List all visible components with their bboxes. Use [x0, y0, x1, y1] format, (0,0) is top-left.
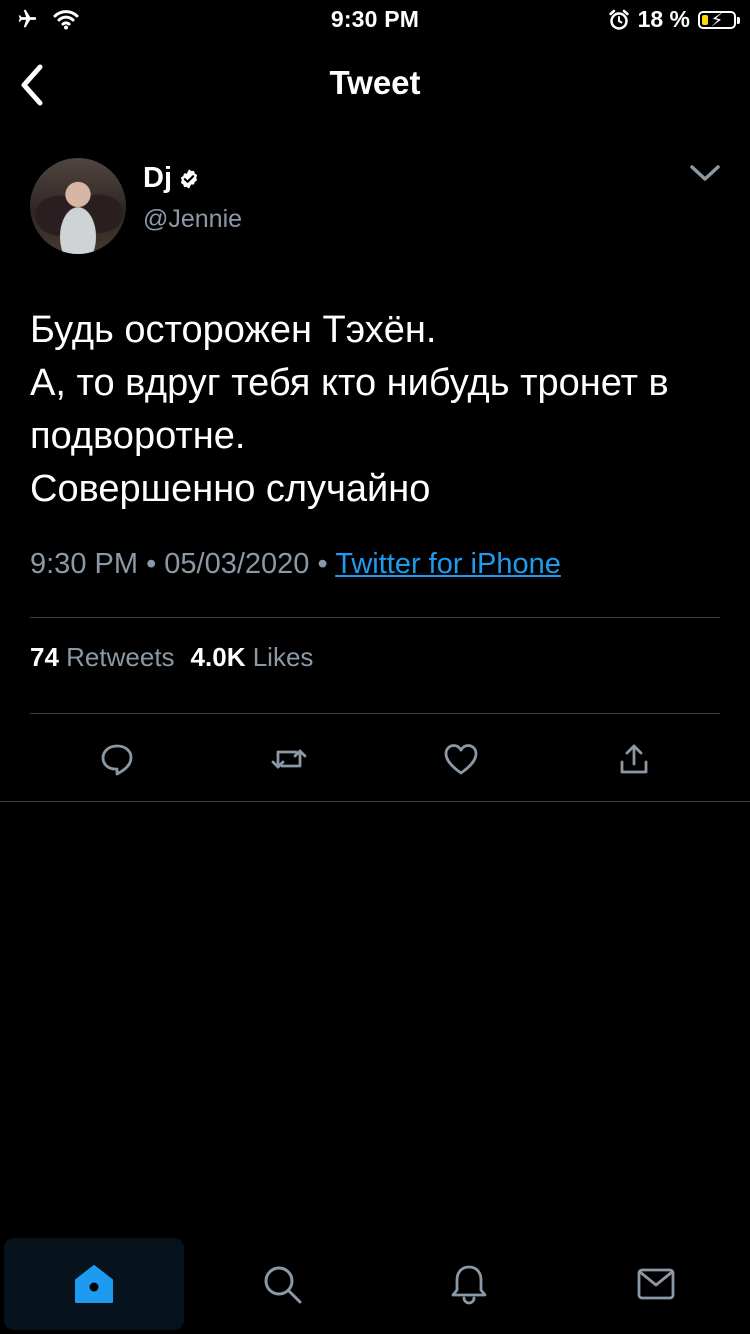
tweet-date: 05/03/2020	[164, 548, 310, 580]
chevron-down-icon[interactable]	[688, 160, 722, 186]
tweet-stats: 74 Retweets 4.0K Likes	[30, 642, 313, 673]
author-handle[interactable]: @Jennie	[143, 205, 242, 234]
share-icon	[620, 744, 648, 774]
meta-separator: •	[317, 548, 328, 580]
like-icon	[444, 744, 478, 775]
bell-icon	[451, 1265, 487, 1305]
tweet-source-link[interactable]: Twitter for iPhone	[335, 548, 561, 580]
meta-separator: •	[146, 548, 157, 580]
reply-button[interactable]	[95, 737, 139, 781]
retweet-button[interactable]	[267, 737, 311, 781]
verified-badge-icon	[180, 168, 198, 189]
battery-percent: 18 %	[637, 6, 690, 32]
tweet-text: Будь осторожен Тэхён. А, то вдруг тебя к…	[30, 309, 669, 510]
divider	[30, 617, 720, 618]
tab-messages[interactable]	[566, 1238, 746, 1330]
tab-search[interactable]	[192, 1238, 372, 1330]
reply-icon	[101, 744, 133, 776]
author-display-name[interactable]: Dj	[143, 162, 172, 195]
author-name-row[interactable]: Dj	[143, 162, 200, 195]
status-right-icons: 18 % ⚡	[608, 6, 740, 33]
retweets-count: 74	[30, 642, 59, 672]
home-icon	[75, 1265, 113, 1303]
tab-notifications[interactable]	[379, 1238, 559, 1330]
search-icon	[264, 1266, 302, 1304]
tweet-meta: 9:30 PM • 05/03/2020 • Twitter for iPhon…	[30, 548, 561, 581]
likes-label: Likes	[252, 642, 314, 672]
likes-count: 4.0K	[190, 642, 246, 672]
mail-icon	[637, 1268, 675, 1300]
divider	[0, 801, 750, 802]
retweet-icon	[271, 749, 307, 769]
like-button[interactable]	[439, 737, 483, 781]
likes-stat[interactable]: 4.0K Likes	[191, 642, 314, 673]
page-title: Tweet	[329, 64, 421, 101]
battery-icon: ⚡	[698, 10, 740, 30]
retweets-stat[interactable]: 74 Retweets	[30, 642, 175, 673]
status-bar: 9:30 PM 18 % ⚡	[0, 0, 750, 40]
share-button[interactable]	[612, 737, 656, 781]
tab-home[interactable]	[4, 1238, 184, 1330]
avatar[interactable]	[30, 158, 126, 254]
alarm-icon	[608, 9, 629, 30]
retweets-label: Retweets	[66, 642, 175, 672]
tweet-time: 9:30 PM	[30, 548, 138, 580]
divider	[30, 713, 720, 714]
